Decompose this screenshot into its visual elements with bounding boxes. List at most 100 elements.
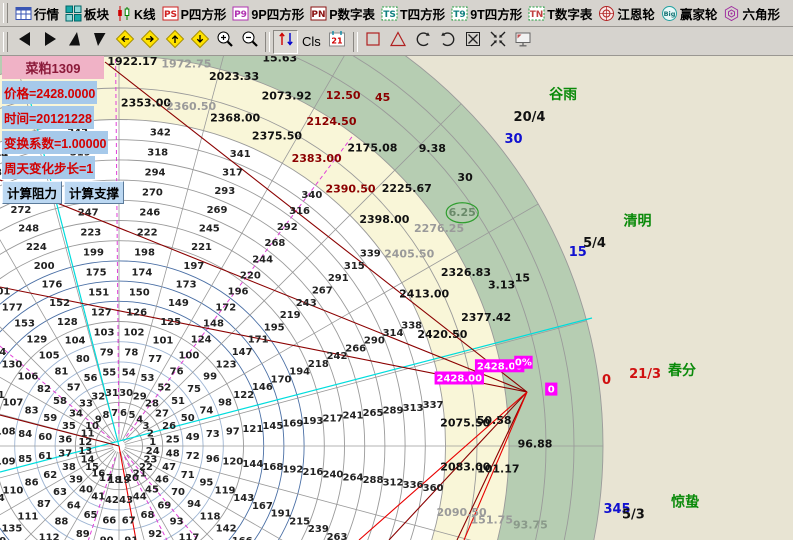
svg-text:2073.92: 2073.92 (262, 90, 312, 103)
svg-text:166: 166 (232, 536, 253, 540)
svg-text:32: 32 (91, 391, 105, 402)
nav-down-button[interactable] (87, 30, 112, 54)
p-square-button[interactable]: PSP四方形 (159, 2, 230, 25)
svg-text:340: 340 (301, 190, 322, 201)
svg-text:171: 171 (248, 335, 269, 346)
svg-text:59: 59 (43, 413, 57, 424)
t-number-table-button[interactable]: TNT数字表 (525, 2, 595, 25)
svg-text:288: 288 (363, 475, 384, 486)
svg-text:341: 341 (230, 149, 251, 160)
svg-text:267: 267 (312, 286, 333, 297)
kline-button[interactable]: K线 (112, 2, 159, 25)
svg-text:81: 81 (54, 366, 68, 377)
svg-text:268: 268 (265, 238, 286, 249)
svg-text:97: 97 (226, 427, 240, 438)
svg-text:2420.50: 2420.50 (417, 328, 467, 341)
svg-text:313: 313 (403, 403, 424, 414)
svg-text:78: 78 (124, 348, 138, 359)
square-icon (363, 29, 383, 54)
toolbar-separator (265, 32, 270, 52)
t-square-button[interactable]: TST四方形 (378, 2, 448, 25)
svg-text:173: 173 (176, 279, 197, 290)
gann-wheel-button[interactable]: 江恩轮 (595, 2, 658, 25)
triangle-icon (388, 29, 408, 54)
svg-text:2023.33: 2023.33 (209, 70, 259, 83)
svg-text:129: 129 (26, 334, 47, 345)
conversion-factor-value: 变换系数=1.00000 (2, 131, 108, 154)
market-quotes-button[interactable]: 行情 (12, 2, 62, 25)
toolbar-grip[interactable] (3, 32, 8, 52)
rotate-cw-icon (438, 29, 458, 54)
calendar-icon: 21 (327, 29, 347, 54)
nav-left-button[interactable] (12, 30, 37, 54)
toolbar-button-label: 9P四方形 (251, 4, 304, 23)
svg-text:134: 134 (0, 493, 5, 504)
nav-up-button[interactable] (62, 30, 87, 54)
table-icon (15, 5, 32, 22)
hexagon-button[interactable]: 六角形 (720, 2, 783, 25)
screen-button[interactable] (511, 30, 536, 54)
nav-right-button[interactable] (37, 30, 62, 54)
svg-text:8: 8 (103, 410, 110, 421)
calc-support-button[interactable]: 计算支撑 (64, 181, 124, 204)
rotate-ccw-button[interactable] (411, 30, 436, 54)
svg-text:293: 293 (214, 186, 235, 197)
toolbar-grip[interactable] (3, 3, 8, 23)
screen-icon (513, 29, 533, 54)
svg-text:96: 96 (206, 454, 220, 465)
svg-text:216: 216 (302, 467, 323, 478)
svg-text:P9: P9 (234, 10, 247, 20)
svg-text:45: 45 (375, 91, 390, 104)
svg-text:2413.00: 2413.00 (399, 287, 449, 300)
winner-wheel-button[interactable]: Big赢家轮 (658, 2, 721, 25)
svg-text:112: 112 (39, 533, 60, 540)
step-right-button[interactable] (137, 30, 162, 54)
calc-resistance-button[interactable]: 计算阻力 (2, 181, 62, 204)
nine-p-square-button[interactable]: P9 9P四方形 (229, 2, 307, 25)
svg-text:70: 70 (171, 487, 185, 498)
svg-text:36: 36 (58, 434, 72, 445)
svg-text:93.75: 93.75 (513, 519, 548, 532)
svg-text:87: 87 (37, 499, 51, 510)
step-up-button[interactable] (162, 30, 187, 54)
calendar-button[interactable]: 21 (325, 30, 350, 54)
svg-text:174: 174 (131, 268, 152, 279)
svg-text:7: 7 (111, 408, 118, 419)
svg-text:30: 30 (119, 388, 133, 399)
svg-text:101: 101 (152, 335, 173, 346)
svg-text:38: 38 (62, 462, 76, 473)
sectors-button[interactable]: 板块 (62, 2, 112, 25)
converge-button[interactable] (486, 30, 511, 54)
xbox-icon (463, 29, 483, 54)
step-down-button[interactable] (187, 30, 212, 54)
triangle-shape-button[interactable] (386, 30, 411, 54)
nine-t-square-button[interactable]: T99T四方形 (448, 2, 525, 25)
svg-text:123: 123 (216, 359, 237, 370)
svg-text:75: 75 (187, 384, 201, 395)
svg-text:0%: 0% (515, 358, 532, 369)
svg-text:2383.00: 2383.00 (292, 152, 342, 165)
svg-text:43: 43 (119, 495, 133, 506)
svg-text:PS: PS (164, 10, 177, 20)
toolbar-button-label: 六角形 (742, 4, 780, 23)
p-number-table-button[interactable]: PNP数字表 (307, 2, 378, 25)
zoom-out-button[interactable] (237, 30, 262, 54)
square-shape-button[interactable] (361, 30, 386, 54)
cls-button[interactable]: Cls (298, 32, 325, 51)
svg-text:337: 337 (423, 400, 444, 411)
svg-text:21/3: 21/3 (629, 367, 661, 382)
rotate-cw-button[interactable] (436, 30, 461, 54)
updown-arrows-button[interactable] (273, 30, 298, 54)
step-left-button[interactable] (112, 30, 137, 54)
svg-text:21: 21 (332, 37, 344, 46)
svg-text:89: 89 (76, 529, 90, 540)
zoom-in-button[interactable] (212, 30, 237, 54)
svg-text:111: 111 (17, 511, 38, 522)
delete-box-button[interactable] (461, 30, 486, 54)
svg-text:294: 294 (145, 167, 166, 178)
svg-text:265: 265 (363, 408, 384, 419)
svg-text:2326.83: 2326.83 (441, 266, 491, 279)
svg-text:72: 72 (186, 451, 200, 462)
svg-text:246: 246 (139, 208, 160, 219)
svg-text:315: 315 (344, 261, 365, 272)
